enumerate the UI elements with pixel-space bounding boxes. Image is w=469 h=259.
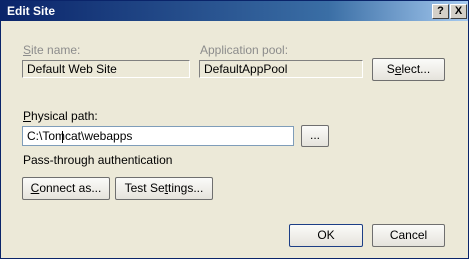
browse-button[interactable]: ... [301,125,329,147]
app-pool-label: Application pool: [200,43,289,57]
title-bar[interactable]: Edit Site ? X [1,1,468,21]
site-name-label: Site name: [23,43,81,57]
app-pool-field: DefaultAppPool [199,60,363,78]
pass-through-auth-label: Pass-through authentication [23,153,173,167]
help-button[interactable]: ? [432,4,449,19]
physical-path-label: Physical path: [23,109,98,123]
text-cursor [62,131,63,143]
dialog-title: Edit Site [7,4,56,18]
cancel-button[interactable]: Cancel [372,224,445,247]
ok-button[interactable]: OK [289,224,363,247]
close-button[interactable]: X [450,4,467,19]
connect-as-button[interactable]: Connect as... [22,177,110,200]
select-app-pool-button[interactable]: Select... [372,58,445,81]
site-name-field: Default Web Site [22,60,190,78]
test-settings-button[interactable]: Test Settings... [115,177,213,200]
edit-site-dialog: Edit Site ? X Site name: Default Web Sit… [0,0,469,259]
